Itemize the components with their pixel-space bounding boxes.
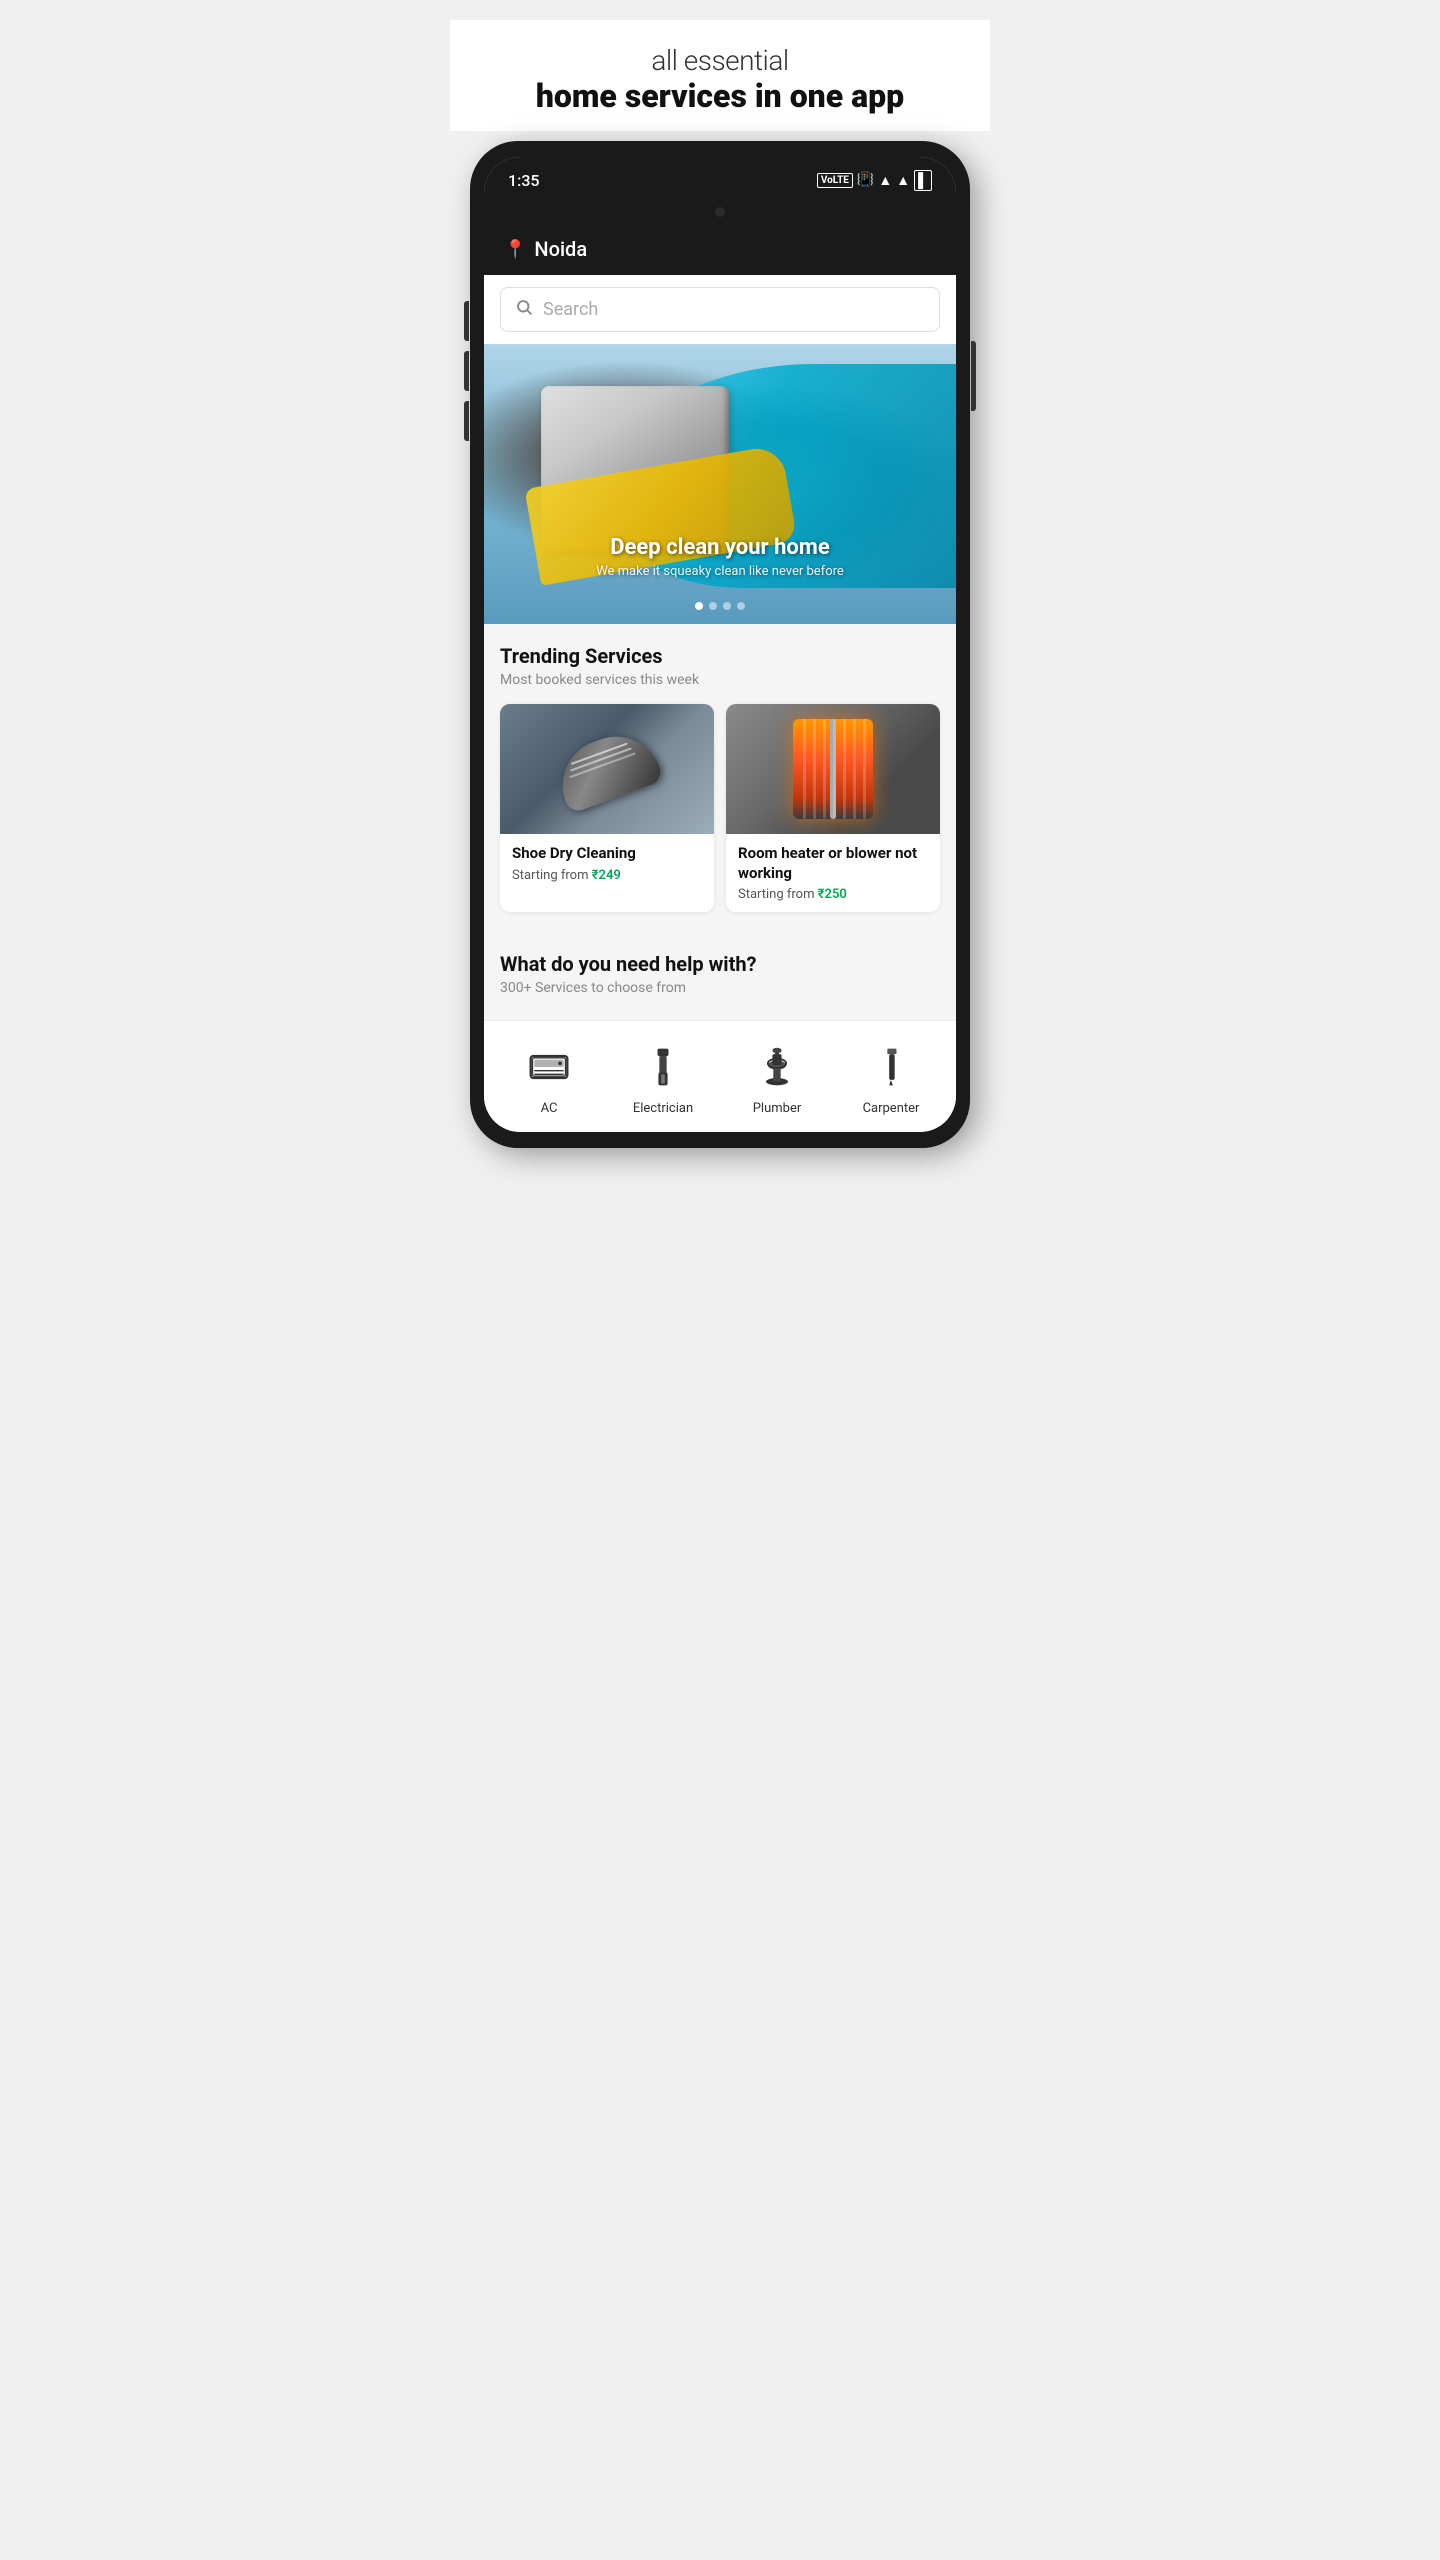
dot-1[interactable] <box>695 602 703 610</box>
search-icon <box>515 298 533 321</box>
hero-image: Deep clean your home We make it squeaky … <box>484 344 956 624</box>
signal-icon: ▲ <box>896 172 910 189</box>
hero-banner[interactable]: Deep clean your home We make it squeaky … <box>484 344 956 624</box>
electrician-label: Electrician <box>633 1101 693 1116</box>
status-icons: VoLTE 📳 ▲ ▲ ▌ <box>817 170 932 191</box>
shoe-price-amount: ₹249 <box>592 868 621 883</box>
tagline-light: all essential <box>470 44 970 77</box>
plumber-icon <box>751 1041 803 1093</box>
carpenter-label: Carpenter <box>863 1101 920 1116</box>
category-electrician[interactable]: Electrician <box>606 1041 720 1116</box>
category-carpenter[interactable]: Carpenter <box>834 1041 948 1116</box>
tagline-section: all essential home services in one app <box>450 20 990 131</box>
heater-price-amount: ₹250 <box>818 887 847 902</box>
phone-frame: 1:35 VoLTE 📳 ▲ ▲ ▌ 📍 Noida <box>470 141 970 1148</box>
search-container: Search <box>484 275 956 344</box>
heater-price: Starting from ₹250 <box>738 887 928 902</box>
hero-title: Deep clean your home <box>484 535 956 560</box>
notch <box>655 201 785 223</box>
heater-price-label: Starting from <box>738 887 815 902</box>
hero-subtitle: We make it squeaky clean like never befo… <box>484 564 956 579</box>
categories-row: AC Electrician <box>484 1020 956 1132</box>
plumber-label: Plumber <box>753 1101 802 1116</box>
help-title: What do you need help with? <box>500 952 940 976</box>
dot-4[interactable] <box>737 602 745 610</box>
service-card-heater[interactable]: Room heater or blower not working Starti… <box>726 704 940 912</box>
notch-area <box>484 201 956 227</box>
help-subtitle: 300+ Services to choose from <box>500 980 940 996</box>
hero-dots <box>484 602 956 610</box>
heater-title: Room heater or blower not working <box>738 844 928 883</box>
location-pin-icon: 📍 <box>504 239 526 260</box>
status-time: 1:35 <box>508 171 540 190</box>
battery-icon: ▌ <box>914 170 932 191</box>
help-section: What do you need help with? 300+ Service… <box>484 936 956 1020</box>
tagline-bold: home services in one app <box>470 77 970 115</box>
status-bar: 1:35 VoLTE 📳 ▲ ▲ ▌ <box>484 157 956 201</box>
search-placeholder: Search <box>543 299 598 320</box>
heater-image <box>726 704 940 834</box>
wifi-icon: ▲ <box>878 172 892 189</box>
carpenter-icon <box>865 1041 917 1093</box>
heater-glow <box>793 719 873 819</box>
service-cards-row: Shoe Dry Cleaning Starting from ₹249 <box>500 704 940 912</box>
shoe-cleaning-price: Starting from ₹249 <box>512 868 702 883</box>
page-wrapper: all essential home services in one app 1… <box>450 20 990 1148</box>
hero-text: Deep clean your home We make it squeaky … <box>484 535 956 579</box>
shoe-price-label: Starting from <box>512 868 589 883</box>
volte-icon: VoLTE <box>817 173 853 188</box>
shoe-cleaning-image <box>500 704 714 834</box>
trending-title: Trending Services <box>500 644 940 668</box>
trending-section: Trending Services Most booked services t… <box>484 624 956 936</box>
category-ac[interactable]: AC <box>492 1041 606 1116</box>
shoe-cleaning-title: Shoe Dry Cleaning <box>512 844 702 864</box>
search-bar[interactable]: Search <box>500 287 940 332</box>
category-plumber[interactable]: Plumber <box>720 1041 834 1116</box>
electrician-icon <box>637 1041 689 1093</box>
signal-vibrate-icon: 📳 <box>857 172 874 188</box>
dot-3[interactable] <box>723 602 731 610</box>
dot-2[interactable] <box>709 602 717 610</box>
service-card-shoe-cleaning[interactable]: Shoe Dry Cleaning Starting from ₹249 <box>500 704 714 912</box>
location-text[interactable]: Noida <box>534 237 587 261</box>
camera-dot <box>715 207 725 217</box>
app-header: 📍 Noida <box>484 227 956 275</box>
ac-icon <box>523 1041 575 1093</box>
trending-subtitle: Most booked services this week <box>500 672 940 688</box>
phone-screen: 1:35 VoLTE 📳 ▲ ▲ ▌ 📍 Noida <box>484 157 956 1132</box>
shoe-cleaning-info: Shoe Dry Cleaning Starting from ₹249 <box>500 834 714 893</box>
heater-info: Room heater or blower not working Starti… <box>726 834 940 912</box>
ac-label: AC <box>541 1101 558 1116</box>
